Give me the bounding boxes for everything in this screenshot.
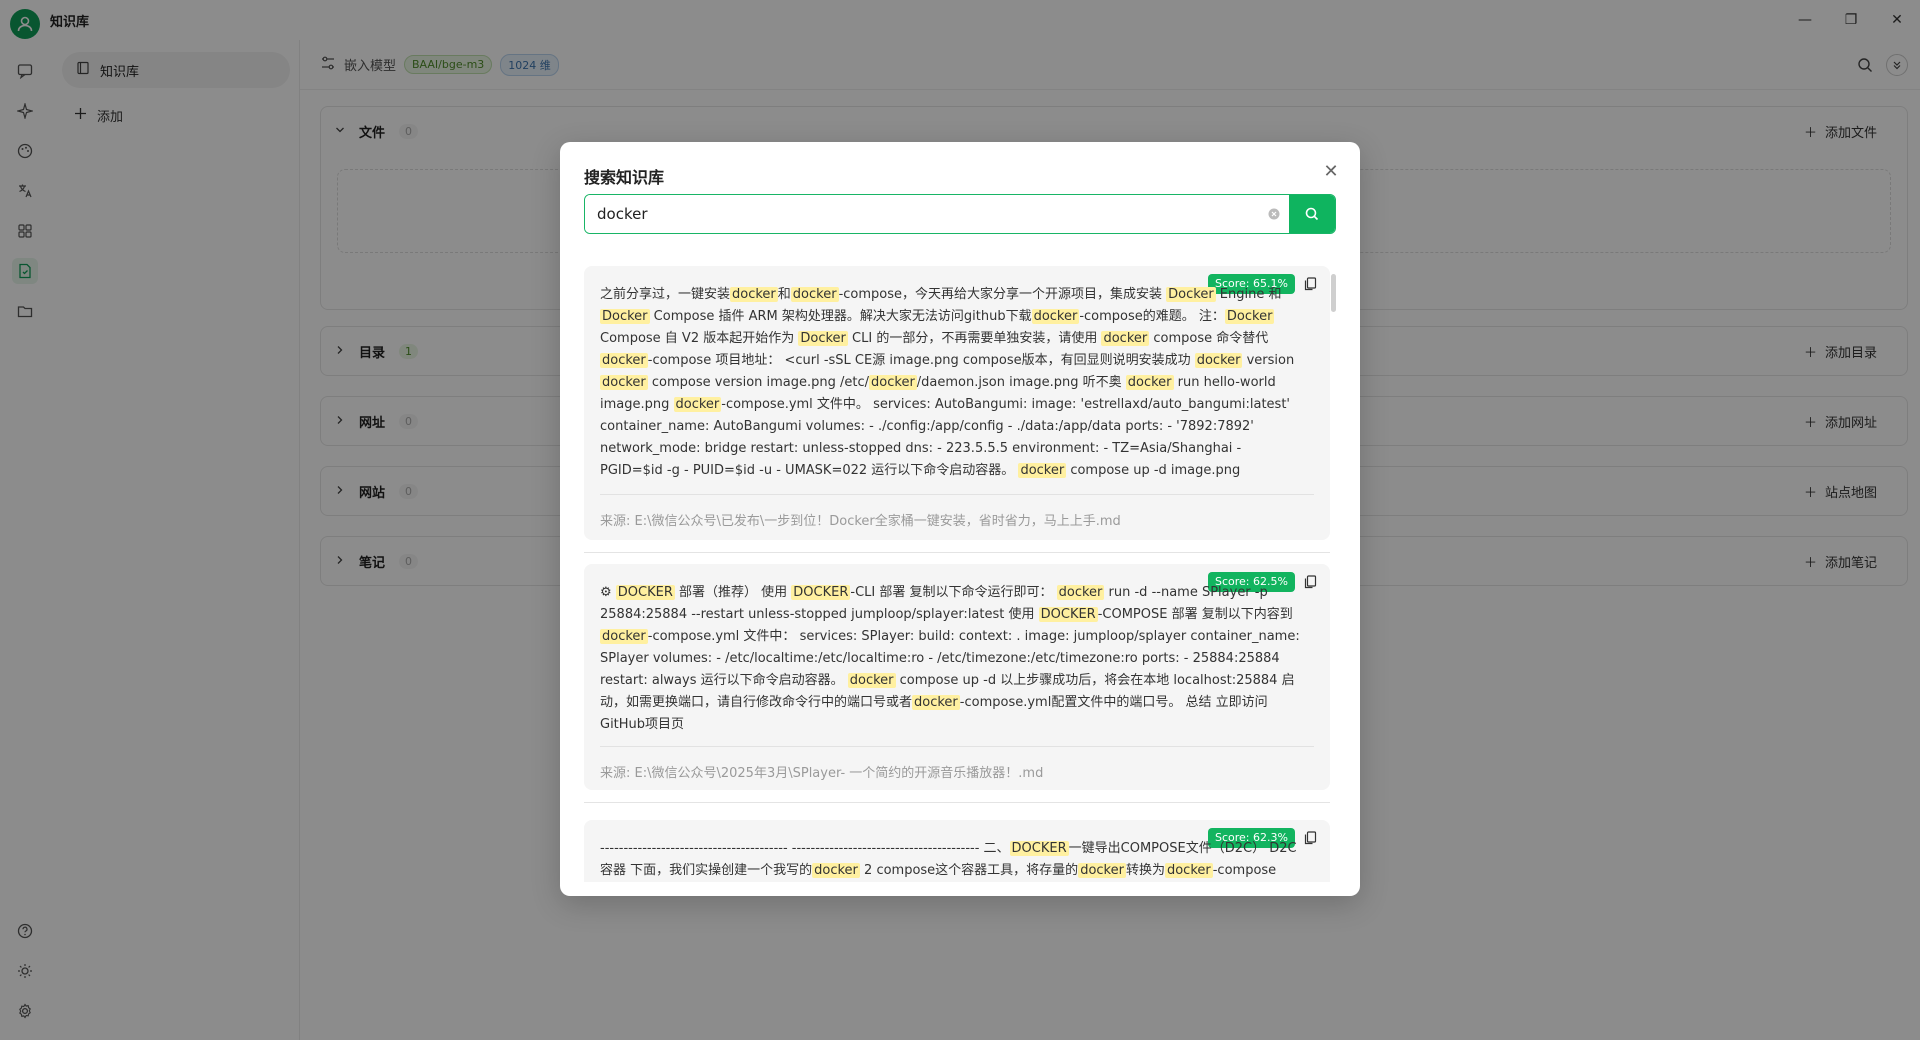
result-card: Score: 65.1% 之前分享过，一键安装 docker 和 docker -com… <box>584 266 1330 540</box>
modal-title: 搜索知识库 <box>584 168 665 187</box>
result-card: Score: 62.5% ⚙ DOCKER 部署（推荐） 使用 DOCKER -C… <box>584 564 1330 790</box>
search-button[interactable] <box>1289 195 1335 233</box>
copy-icon[interactable] <box>1300 572 1320 592</box>
result-content: ⚙ DOCKER 部署（推荐） 使用 DOCKER -CLI 部署 复制以下命令运… <box>600 585 1300 732</box>
card-separator <box>600 494 1314 495</box>
search-results: Score: 65.1% 之前分享过，一键安装 docker 和 docker -com… <box>584 266 1336 882</box>
result-content: 之前分享过，一键安装 docker 和 docker -compose，今天再给大家分享… <box>600 287 1295 478</box>
results-scrollbar[interactable] <box>1331 274 1336 312</box>
card-separator <box>600 746 1314 747</box>
result-divider <box>584 802 1330 803</box>
result-source: 来源: E:\微信公众号\2025年3月\SPlayer- 一个简约的开源音乐播… <box>600 766 1044 781</box>
clear-input-icon[interactable] <box>1259 195 1289 233</box>
search-knowledge-modal: 搜索知识库 ✕ Score: 65.1% 之前分享过，一键安装docker和do… <box>560 142 1360 896</box>
result-content: ----------------------------------------… <box>600 841 1297 878</box>
result-card: Score: 62.3% ---------------------------… <box>584 820 1330 882</box>
copy-icon[interactable] <box>1300 828 1320 848</box>
close-icon[interactable]: ✕ <box>1320 160 1342 182</box>
result-divider <box>584 552 1330 553</box>
search-input[interactable] <box>585 195 1259 233</box>
search-bar <box>584 194 1336 234</box>
result-source: 来源: E:\微信公众号\已发布\一步到位！Docker全家桶一键安装，省时省力… <box>600 514 1121 529</box>
copy-icon[interactable] <box>1300 274 1320 294</box>
